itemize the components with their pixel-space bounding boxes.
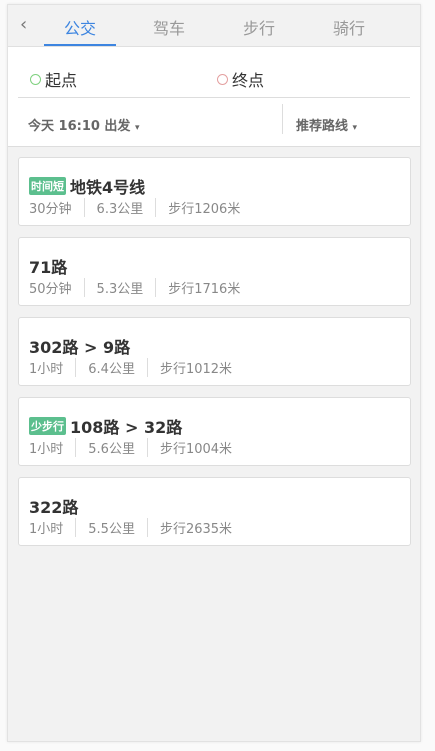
tab-drive[interactable]: 驾车 bbox=[133, 15, 205, 39]
route-card[interactable]: 322路 1小时 5.5公里 步行2635米 bbox=[18, 477, 411, 546]
route-walk: 步行2635米 bbox=[159, 522, 233, 537]
route-time: 1小时 bbox=[29, 522, 64, 537]
depart-time-label: 今天 16:10 出发 bbox=[28, 119, 131, 134]
depart-time-dropdown[interactable]: 今天 16:10 出发 ▾ bbox=[28, 115, 140, 134]
route-distance: 6.3公里 bbox=[96, 202, 144, 217]
divider bbox=[83, 198, 85, 217]
end-circle-icon bbox=[217, 73, 228, 85]
divider bbox=[155, 198, 157, 217]
end-label: 终点 bbox=[232, 71, 265, 90]
tab-cycle[interactable]: 骑行 bbox=[313, 15, 385, 39]
route-time: 50分钟 bbox=[29, 282, 72, 297]
route-walk: 步行1012米 bbox=[159, 362, 233, 377]
route-title: 时间短 地铁4号线 bbox=[29, 174, 145, 198]
route-distance: 5.6公里 bbox=[88, 442, 135, 457]
divider bbox=[146, 518, 148, 537]
route-walk: 步行1206米 bbox=[168, 202, 241, 217]
route-card[interactable]: 302路 > 9路 1小时 6.4公里 步行1012米 bbox=[18, 317, 411, 386]
divider bbox=[146, 438, 148, 457]
back-chevron-icon[interactable]: ‹ bbox=[20, 14, 27, 35]
route-walk: 步行1716米 bbox=[168, 282, 241, 297]
divider bbox=[83, 278, 85, 297]
route-name: 地铁4号线 bbox=[70, 178, 146, 197]
route-meta: 30分钟 6.3公里 步行1206米 bbox=[29, 198, 240, 217]
divider bbox=[155, 278, 157, 297]
active-tab-indicator bbox=[44, 44, 116, 46]
route-meta: 1小时 6.4公里 步行1012米 bbox=[29, 358, 232, 377]
route-card[interactable]: 71路 50分钟 5.3公里 步行1716米 bbox=[18, 237, 411, 306]
route-meta: 50分钟 5.3公里 步行1716米 bbox=[29, 278, 240, 297]
route-panel: ‹ 公交 驾车 步行 骑行 起点 终点 今天 16:10 出发 ▾ 推荐路线 ▾… bbox=[7, 4, 421, 742]
end-point-field[interactable]: 终点 bbox=[217, 67, 264, 91]
route-time: 1小时 bbox=[29, 442, 64, 457]
route-form: 起点 终点 今天 16:10 出发 ▾ 推荐路线 ▾ bbox=[8, 47, 420, 147]
route-distance: 6.4公里 bbox=[88, 362, 135, 377]
route-badge: 时间短 bbox=[29, 177, 66, 195]
caret-down-icon: ▾ bbox=[134, 123, 140, 133]
route-meta: 1小时 5.5公里 步行2635米 bbox=[29, 518, 232, 537]
caret-down-icon: ▾ bbox=[352, 123, 358, 133]
route-badge: 少步行 bbox=[29, 417, 66, 435]
route-title: 322路 bbox=[29, 494, 78, 518]
tab-walk[interactable]: 步行 bbox=[223, 15, 295, 39]
start-point-field[interactable]: 起点 bbox=[30, 67, 77, 91]
divider bbox=[18, 97, 410, 98]
sort-dropdown[interactable]: 推荐路线 ▾ bbox=[296, 115, 357, 134]
route-name: 322路 bbox=[29, 498, 79, 517]
start-circle-icon bbox=[30, 73, 41, 85]
tab-bus[interactable]: 公交 bbox=[44, 15, 116, 39]
mode-tabs: ‹ 公交 驾车 步行 骑行 bbox=[8, 5, 420, 47]
divider bbox=[282, 104, 283, 134]
route-card[interactable]: 时间短 地铁4号线 30分钟 6.3公里 步行1206米 bbox=[18, 157, 411, 226]
route-title: 302路 > 9路 bbox=[29, 334, 130, 358]
route-name: 108路 > 32路 bbox=[70, 418, 183, 437]
route-time: 1小时 bbox=[29, 362, 64, 377]
route-meta: 1小时 5.6公里 步行1004米 bbox=[29, 438, 232, 457]
divider bbox=[146, 358, 148, 377]
route-card[interactable]: 少步行 108路 > 32路 1小时 5.6公里 步行1004米 bbox=[18, 397, 411, 466]
sort-label: 推荐路线 bbox=[296, 119, 349, 134]
route-distance: 5.3公里 bbox=[96, 282, 144, 297]
route-name: 71路 bbox=[29, 258, 68, 277]
route-name: 302路 > 9路 bbox=[29, 338, 131, 357]
divider bbox=[75, 358, 77, 377]
divider bbox=[75, 438, 77, 457]
start-label: 起点 bbox=[45, 71, 78, 90]
divider bbox=[75, 518, 77, 537]
route-distance: 5.5公里 bbox=[88, 522, 135, 537]
route-title: 71路 bbox=[29, 254, 67, 278]
route-time: 30分钟 bbox=[29, 202, 72, 217]
route-walk: 步行1004米 bbox=[159, 442, 233, 457]
route-title: 少步行 108路 > 32路 bbox=[29, 414, 182, 438]
